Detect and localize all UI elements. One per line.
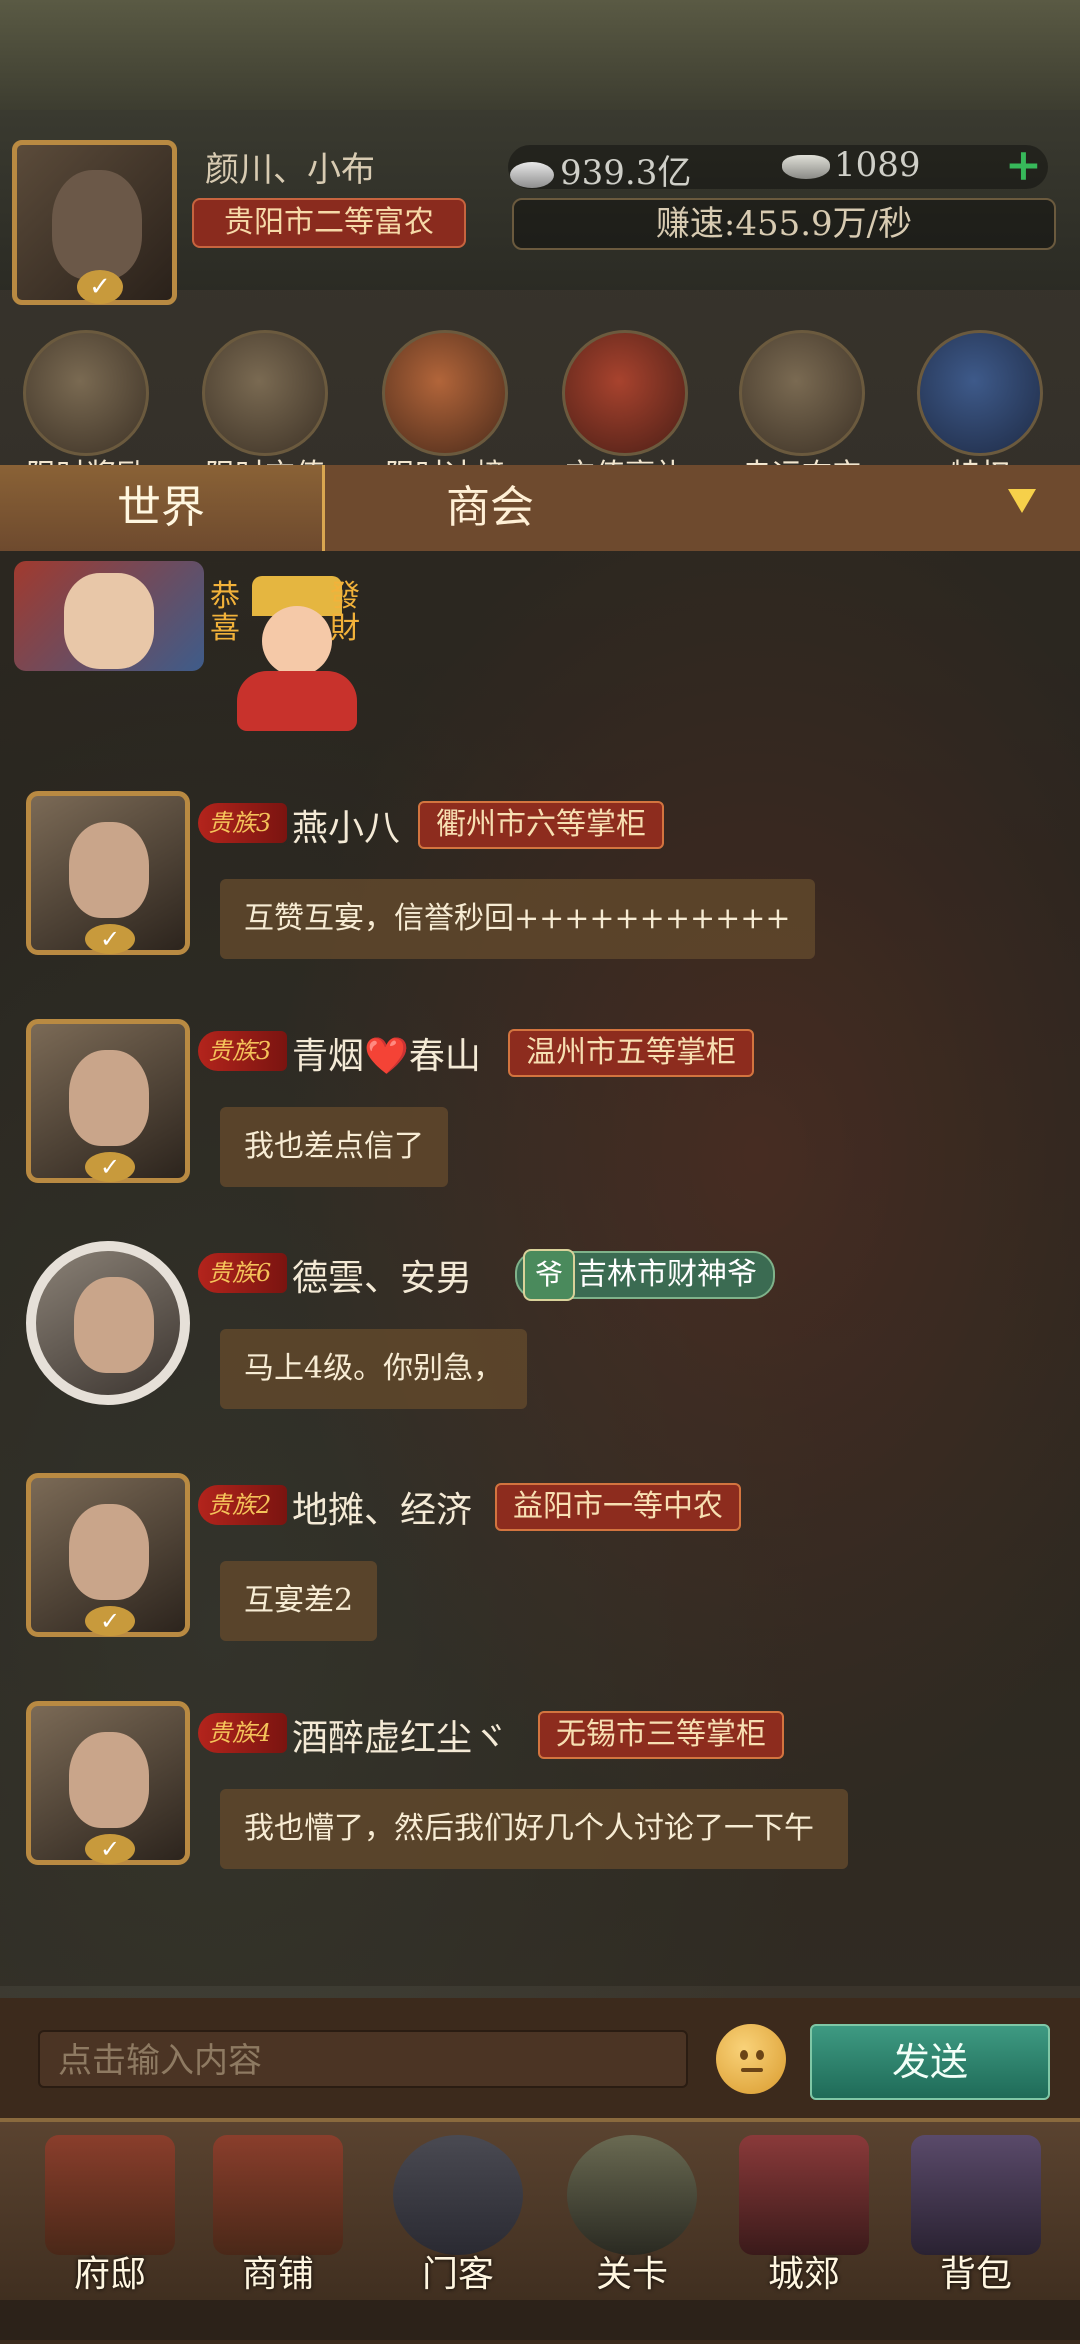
nav-label: 商铺	[241, 2254, 314, 2295]
sticker-text-right: 發財	[330, 579, 360, 646]
bottom-decor-strip	[0, 2300, 1080, 2340]
verified-icon: ✓	[85, 924, 135, 954]
avatar-face	[69, 1504, 149, 1600]
player-name: 颜川、小布	[205, 150, 375, 190]
rank-tag: 爷	[523, 1249, 575, 1301]
rank-badge: 爷 吉林市财神爷	[515, 1249, 775, 1301]
gold-ingot-icon	[782, 155, 830, 179]
vip-badge: 贵族3	[198, 803, 288, 843]
sender-avatar[interactable]: ✓	[26, 1019, 190, 1183]
message-bubble: 互宴差2	[220, 1561, 378, 1641]
shop-icon	[213, 2135, 343, 2255]
emoji-eye	[740, 2050, 748, 2060]
tab-guild[interactable]: 商会	[330, 465, 650, 551]
carriage-icon	[739, 2135, 869, 2255]
nav-mansion[interactable]: 府邸	[30, 2135, 190, 2297]
avatar-face	[74, 1277, 154, 1373]
collapse-arrow-icon[interactable]	[1008, 489, 1036, 513]
vip-badge: 贵族3	[198, 1031, 288, 1071]
rank-badge: 益阳市一等中农	[495, 1483, 741, 1531]
chat-input[interactable]: 点击输入内容	[38, 2030, 688, 2088]
avatar-face	[69, 822, 149, 918]
add-currency-button[interactable]: +	[1005, 140, 1042, 191]
nav-retainer[interactable]: 门客	[378, 2135, 538, 2297]
sender-avatar[interactable]: ✓	[26, 1701, 190, 1865]
silver-coin-icon	[510, 162, 554, 188]
sender-name[interactable]: 德雲、安男	[292, 1249, 472, 1301]
verified-icon: ✓	[85, 1152, 135, 1182]
avatar-face	[52, 170, 142, 280]
nav-label: 关卡	[595, 2254, 668, 2295]
nav-shop[interactable]: 商铺	[198, 2135, 358, 2297]
nav-label: 城郊	[767, 2254, 840, 2295]
nav-backpack[interactable]: 背包	[896, 2135, 1056, 2297]
sender-avatar[interactable]	[26, 1241, 190, 1405]
player-title-badge: 贵阳市二等富农	[192, 198, 466, 248]
tab-world[interactable]: 世界	[0, 465, 325, 551]
sender-avatar[interactable]: ✓	[26, 791, 190, 955]
privilege-card-icon	[917, 330, 1043, 456]
message-bubble: 马上4级。你别急，	[220, 1329, 528, 1409]
player-avatar[interactable]: ✓	[12, 140, 177, 305]
sticker-text-left: 恭喜	[210, 579, 240, 646]
nav-label: 背包	[939, 2254, 1012, 2295]
body-shape	[237, 671, 357, 731]
nav-suburb[interactable]: 城郊	[724, 2135, 884, 2297]
avatar-face	[69, 1050, 149, 1146]
sender-name[interactable]: 青烟❤️春山	[292, 1027, 481, 1079]
treasure-pot-icon	[23, 330, 149, 456]
rank-badge: 衢州市六等掌柜	[418, 801, 664, 849]
chat-list[interactable]: 恭喜 發財 ✓ 贵族3 燕小八 衢州市六等掌柜 互赞互宴，信誉秒回+++++++…	[0, 551, 1080, 1986]
gift-sender-avatar[interactable]	[14, 561, 204, 671]
treasure-grid-icon	[739, 330, 865, 456]
message-bubble: 互赞互宴，信誉秒回+++++++++++	[220, 879, 815, 959]
gift-bag-icon	[562, 330, 688, 456]
avatar-face	[69, 1732, 149, 1828]
rank-badge: 无锡市三等掌柜	[538, 1711, 784, 1759]
chat-tabs: 世界 商会	[0, 465, 1080, 551]
swords-icon	[567, 2135, 697, 2255]
message-bubble: 我也差点信了	[220, 1107, 448, 1187]
vip-badge: 贵族4	[198, 1713, 288, 1753]
verified-icon: ✓	[77, 270, 123, 304]
top-scenery	[0, 0, 1080, 110]
silver-amount: 939.3亿	[510, 145, 691, 194]
gold-ingot-icon	[202, 330, 328, 456]
rank-badge: 温州市五等掌柜	[508, 1029, 754, 1077]
gold-value: 1089	[834, 145, 921, 185]
rank-label: 吉林市财神爷	[577, 1257, 757, 1292]
head-shape	[262, 606, 332, 676]
nav-label: 府邸	[73, 2254, 146, 2295]
verified-icon: ✓	[85, 1834, 135, 1864]
vip-badge: 贵族2	[198, 1485, 288, 1525]
nav-label: 门客	[421, 2254, 494, 2295]
gold-amount: 1089	[782, 145, 921, 185]
sender-name[interactable]: 燕小八	[292, 799, 400, 851]
earning-speed: 赚速:455.9万/秒	[512, 198, 1056, 250]
lion-medal-icon	[382, 330, 508, 456]
verified-icon: ✓	[85, 1606, 135, 1636]
emoji-icon[interactable]	[716, 2024, 786, 2094]
emoji-mouth	[741, 2068, 763, 2072]
nav-stage[interactable]: 关卡	[552, 2135, 712, 2297]
retainer-icon	[393, 2135, 523, 2255]
sender-avatar[interactable]: ✓	[26, 1473, 190, 1637]
mansion-icon	[45, 2135, 175, 2255]
sender-name[interactable]: 酒醉虚红尘ヾ	[292, 1709, 508, 1761]
sender-name[interactable]: 地摊、经济	[292, 1481, 472, 1533]
message-bubble: 我也懵了，然后我们好几个人讨论了一下午	[220, 1789, 848, 1869]
emoji-eye	[756, 2050, 764, 2060]
vip-badge: 贵族6	[198, 1253, 288, 1293]
backpack-icon	[911, 2135, 1041, 2255]
send-button[interactable]: 发送	[810, 2024, 1050, 2100]
silver-value: 939.3亿	[560, 153, 692, 193]
avatar-face	[64, 573, 154, 669]
